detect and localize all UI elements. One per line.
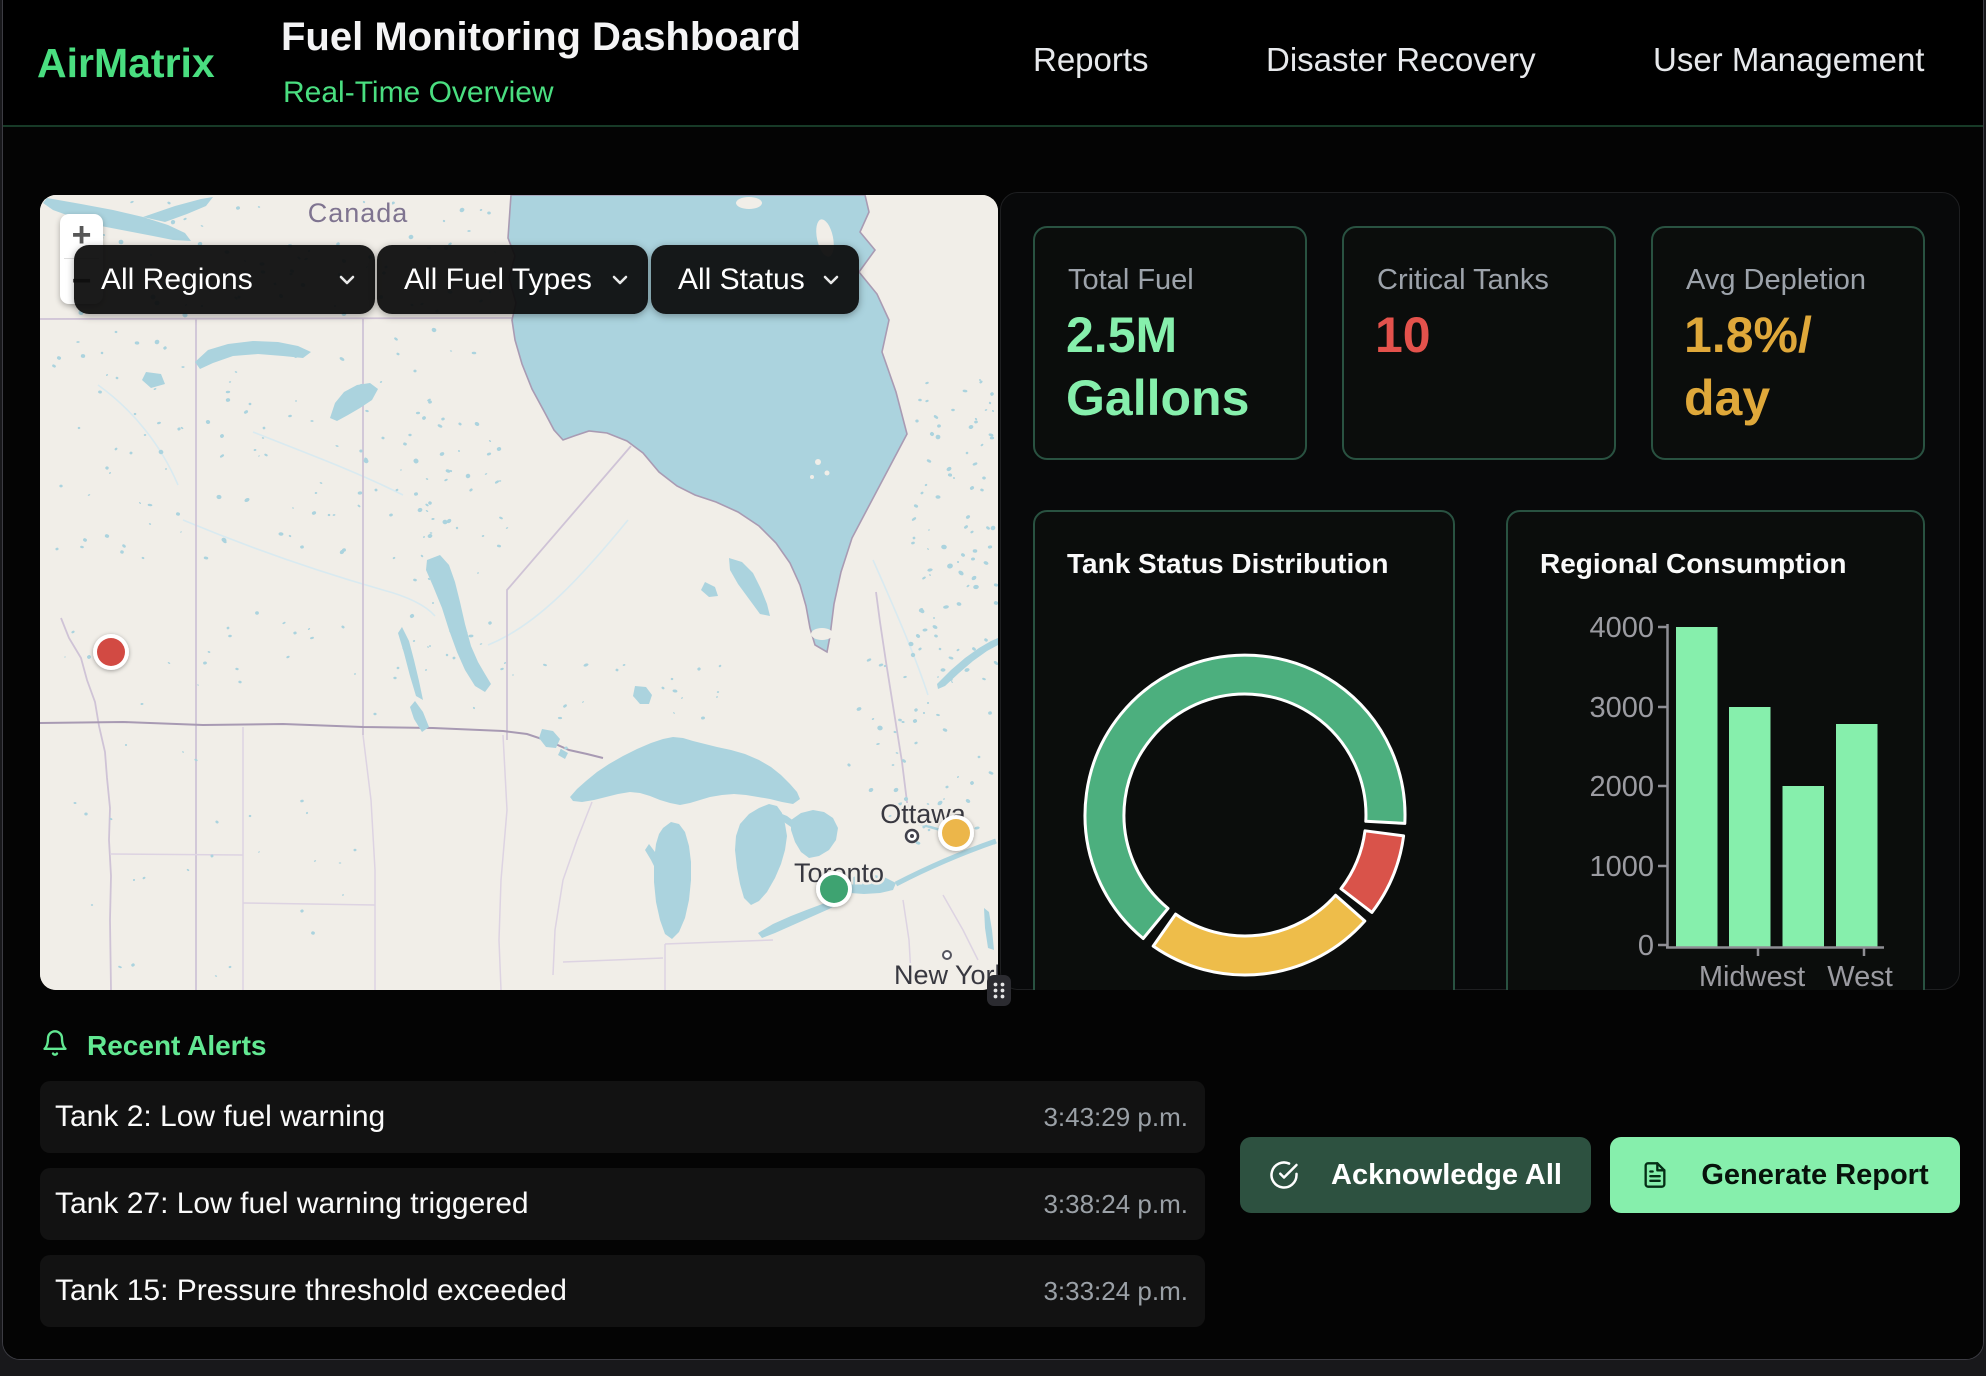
svg-text:New York: New York [894, 960, 998, 990]
svg-text:4000: 4000 [1589, 612, 1654, 644]
svg-text:2000: 2000 [1589, 771, 1654, 803]
svg-text:Canada: Canada [308, 198, 409, 228]
svg-text:3000: 3000 [1589, 692, 1654, 724]
svg-text:West: West [1827, 961, 1893, 990]
svg-text:0: 0 [1638, 930, 1654, 962]
svg-text:Midwest: Midwest [1699, 961, 1805, 990]
svg-text:1000: 1000 [1589, 851, 1654, 883]
